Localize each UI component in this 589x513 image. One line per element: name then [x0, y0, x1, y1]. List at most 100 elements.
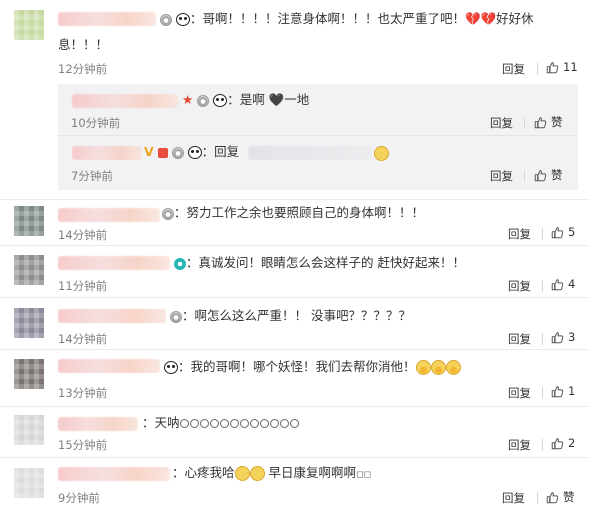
- sub-reply-text: ★ ：是啊 🖤一地: [182, 92, 310, 107]
- avatar[interactable]: [14, 308, 44, 338]
- avatar[interactable]: [14, 415, 44, 445]
- comment-item: ：天呐 15分钟前 回复 2: [0, 407, 589, 458]
- like-count: 4: [568, 277, 576, 291]
- medal-icon: [160, 13, 172, 26]
- thumbs-up-icon: [551, 226, 564, 239]
- comment-time: 14分钟前: [58, 332, 108, 346]
- comment-text: ：真诚发问！眼睛怎么会这样子的 赶快好起来！！: [174, 252, 465, 274]
- thumbs-up-icon: [546, 61, 559, 74]
- thumbs-up-icon: [534, 116, 547, 129]
- divider: [524, 117, 525, 129]
- panda-icon: [164, 361, 178, 374]
- username[interactable]: [58, 467, 170, 481]
- sub-replies: ★ ：是啊 🖤一地 10分钟前 回复 赞 V ：回复 7分钟前 回复 赞: [58, 84, 578, 190]
- like-count: 3: [568, 330, 576, 344]
- like-button[interactable]: 赞: [534, 114, 563, 130]
- sub-reply-time: 7分钟前: [71, 169, 113, 183]
- thumbs-up-icon: [551, 437, 564, 450]
- medal-icon: [197, 94, 210, 107]
- mentioned-user[interactable]: [248, 146, 372, 160]
- username[interactable]: [58, 417, 138, 431]
- comment-item: ：哥啊！！！！注意身体啊！！！也太严重了吧！💔💔好好休 息！！！ 12分钟前 回…: [0, 0, 589, 200]
- thumbs-up-icon: [546, 491, 559, 504]
- comment-text: ：哥啊！！！！注意身体啊！！！也太严重了吧！💔💔好好休: [160, 8, 534, 30]
- reply-button[interactable]: 回复: [508, 226, 531, 242]
- like-button[interactable]: 11: [546, 60, 578, 74]
- sub-reply-text: V ：回复: [144, 144, 240, 159]
- level-icon: [157, 147, 168, 158]
- like-count: 1: [568, 384, 576, 398]
- username[interactable]: [58, 256, 170, 270]
- reply-button[interactable]: 回复: [508, 331, 531, 347]
- comment-item: ：真诚发问！眼睛怎么会这样子的 赶快好起来！！ 11分钟前 回复 4: [0, 246, 589, 298]
- comment-time: 12分钟前: [58, 62, 108, 76]
- comment-text: ：心疼我哈 早日康复啊啊啊◻◻: [172, 465, 371, 481]
- reply-button[interactable]: 回复: [508, 278, 531, 294]
- divider: [542, 439, 543, 451]
- comment-item: ：心疼我哈 早日康复啊啊啊◻◻ 9分钟前 回复 赞: [0, 458, 589, 513]
- reply-button[interactable]: 回复: [502, 490, 525, 506]
- avatar[interactable]: [14, 468, 44, 498]
- panda-icon: [175, 13, 190, 26]
- like-count: 2: [568, 436, 576, 450]
- like-button[interactable]: 赞: [534, 167, 563, 183]
- star-icon: ★: [182, 92, 194, 107]
- like-button[interactable]: 3: [551, 330, 575, 344]
- crying-emoji: [415, 360, 431, 375]
- comment-text-cont: 息！！！: [58, 37, 109, 52]
- comment-time: 14分钟前: [58, 228, 108, 242]
- avatar[interactable]: [14, 255, 44, 285]
- comment-text: ：啊怎么这么严重！！ 没事吧？？？？？: [170, 305, 411, 327]
- vip-icon: V: [144, 144, 154, 159]
- broken-heart-icon: 💔💔: [465, 11, 497, 26]
- comment-time: 11分钟前: [58, 279, 108, 293]
- divider: [537, 63, 538, 75]
- username[interactable]: [58, 359, 160, 373]
- like-button[interactable]: 5: [551, 225, 575, 239]
- username[interactable]: [72, 146, 142, 160]
- like-button[interactable]: 1: [551, 384, 575, 398]
- eye-badge-icon: [174, 257, 186, 270]
- like-count: 5: [568, 225, 576, 239]
- divider: [542, 333, 543, 345]
- avatar[interactable]: [14, 359, 44, 389]
- reply-button[interactable]: 回复: [508, 437, 531, 453]
- reply-button[interactable]: 回复: [508, 385, 531, 401]
- divider: [542, 228, 543, 240]
- comment-time: 9分钟前: [58, 491, 100, 505]
- username[interactable]: [58, 12, 156, 26]
- like-label: 赞: [551, 168, 563, 182]
- divider: [537, 492, 538, 504]
- comment-text: ：努力工作之余也要照顾自己的身体啊！！！: [162, 202, 424, 224]
- comment-item: ：我的哥啊！哪个妖怪！我们去帮你消他！ 13分钟前 回复 1: [0, 350, 589, 407]
- crying-emoji: [430, 360, 446, 375]
- comment-time: 15分钟前: [58, 438, 108, 452]
- sub-reply-item: V ：回复 7分钟前 回复 赞: [58, 136, 578, 190]
- worried-emoji: [234, 466, 250, 481]
- divider: [524, 170, 525, 182]
- thumbs-up-icon: [551, 331, 564, 344]
- sad-face-icons: [180, 415, 300, 430]
- like-label: 赞: [563, 490, 575, 504]
- medal-icon: [162, 207, 174, 220]
- username[interactable]: [58, 309, 166, 323]
- medal-icon: [170, 310, 182, 323]
- like-button[interactable]: 4: [551, 277, 575, 291]
- medal-icon: [171, 146, 184, 159]
- reply-button[interactable]: 回复: [502, 61, 525, 77]
- reply-button[interactable]: 回复: [490, 115, 513, 131]
- reply-button[interactable]: 回复: [490, 168, 513, 184]
- avatar[interactable]: [14, 10, 44, 40]
- panda-icon: [187, 146, 202, 159]
- username[interactable]: [58, 208, 160, 222]
- thumbs-up-icon: [551, 385, 564, 398]
- worried-emoji: [249, 466, 265, 481]
- username[interactable]: [72, 94, 178, 108]
- avatar[interactable]: [14, 206, 44, 236]
- like-button[interactable]: 2: [551, 436, 575, 450]
- like-button[interactable]: 赞: [546, 489, 575, 505]
- panda-icon: [213, 94, 228, 107]
- like-label: 赞: [551, 115, 563, 129]
- comment-item: ：啊怎么这么严重！！ 没事吧？？？？？ 14分钟前 回复 3: [0, 298, 589, 350]
- face-emoji: [374, 146, 389, 161]
